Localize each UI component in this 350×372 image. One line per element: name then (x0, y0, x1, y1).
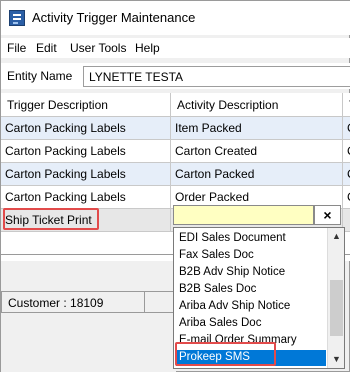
app-icon (9, 10, 25, 26)
dropdown-option[interactable]: B2B Adv Ship Notice (176, 265, 326, 281)
activity-combo-input[interactable] (173, 205, 314, 225)
dropdown-option[interactable]: B2B Sales Doc (176, 282, 326, 298)
dropdown-option[interactable]: Ariba Sales Doc (176, 316, 326, 332)
entity-name-field[interactable]: LYNETTE TESTA (83, 66, 350, 87)
trigger-cell: Carton Packing Labels (1, 140, 171, 163)
scroll-up-icon[interactable]: ▲ (328, 228, 344, 245)
column-header-trigger[interactable]: Trigger Description (1, 93, 171, 117)
activity-cell: Carton Packed (171, 163, 343, 186)
column-header-activity[interactable]: Activity Description (171, 93, 343, 117)
window-title: Activity Trigger Maintenance (32, 10, 196, 25)
extra-cell: C (343, 163, 350, 186)
table-row[interactable]: Carton Packing Labels Carton Packed C (1, 163, 350, 186)
extra-cell: C (343, 186, 350, 209)
scroll-down-icon[interactable]: ▼ (328, 351, 344, 368)
entity-row: Entity Name LYNETTE TESTA (1, 63, 350, 89)
ship-ticket-highlight (3, 208, 99, 230)
dropdown-option[interactable]: EDI Sales Document (176, 231, 326, 247)
table-row[interactable]: Carton Packing Labels Item Packed C (1, 117, 350, 140)
customer-status: Customer : 18109 (8, 296, 104, 310)
clear-button[interactable]: × (314, 205, 341, 225)
trigger-cell: Carton Packing Labels (1, 186, 171, 209)
dropdown-option[interactable]: Ariba Adv Ship Notice (176, 299, 326, 315)
menu-edit[interactable]: Edit (36, 41, 57, 55)
title-bar: Activity Trigger Maintenance (1, 1, 350, 35)
extra-cell: C (343, 140, 350, 163)
trigger-cell: Carton Packing Labels (1, 163, 171, 186)
dropdown-option[interactable]: Fax Sales Doc (176, 248, 326, 264)
menu-user-tools[interactable]: User Tools (70, 41, 126, 55)
entity-name-label: Entity Name (7, 69, 73, 83)
extra-cell: C (343, 117, 350, 140)
bottom-panel (1, 314, 176, 372)
activity-cell: Carton Created (171, 140, 343, 163)
activity-cell: Item Packed (171, 117, 343, 140)
trigger-cell: Carton Packing Labels (1, 117, 171, 140)
menu-help[interactable]: Help (135, 41, 160, 55)
prokeep-highlight (175, 342, 276, 366)
column-header-extra[interactable]: T (343, 93, 350, 117)
menu-bar: File Edit User Tools Help (1, 38, 350, 58)
activity-trigger-window: Activity Trigger Maintenance File Edit U… (0, 0, 350, 372)
table-row[interactable]: Carton Packing Labels Carton Created C (1, 140, 350, 163)
menu-file[interactable]: File (7, 41, 26, 55)
dropdown-scrollbar[interactable]: ▲ ▼ (327, 228, 344, 368)
scroll-thumb[interactable] (330, 280, 343, 336)
